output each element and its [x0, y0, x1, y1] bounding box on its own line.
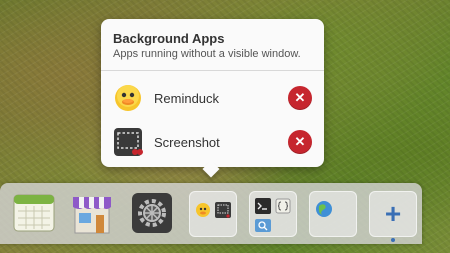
code-editor-icon — [275, 198, 291, 214]
web-browser-icon — [315, 200, 333, 218]
add-launcher-button[interactable]: + — [369, 191, 417, 237]
running-indicator — [391, 238, 395, 242]
file-search-icon — [255, 217, 271, 233]
system-settings-icon[interactable] — [130, 191, 174, 235]
duck-icon — [113, 83, 143, 113]
terminal-code-files-group[interactable] — [249, 191, 297, 237]
divider — [101, 70, 324, 71]
app-label-screenshot: Screenshot — [154, 134, 220, 150]
appcenter-store-icon[interactable] — [70, 191, 114, 235]
terminal-icon — [255, 198, 271, 214]
app-label-reminduck: Reminduck — [154, 90, 220, 106]
popover-subtitle: Apps running without a visible window. — [113, 48, 301, 60]
popover-title: Background Apps — [113, 31, 225, 46]
screenshot-icon — [113, 127, 143, 157]
dock: + — [0, 183, 422, 244]
background-apps-popover: Background Apps Apps running without a v… — [101, 19, 324, 167]
calendar-icon[interactable] — [12, 191, 56, 235]
duck-icon — [195, 202, 211, 218]
quit-screenshot-button[interactable]: ✕ — [288, 130, 312, 154]
background-apps-group[interactable] — [189, 191, 237, 237]
screenshot-icon — [215, 202, 231, 218]
quit-reminduck-button[interactable]: ✕ — [288, 86, 312, 110]
plus-icon: + — [384, 198, 402, 229]
web-browser-group[interactable] — [309, 191, 357, 237]
background-app-row-reminduck[interactable]: Reminduck ✕ — [113, 82, 312, 114]
background-app-row-screenshot[interactable]: Screenshot ✕ — [113, 126, 312, 158]
